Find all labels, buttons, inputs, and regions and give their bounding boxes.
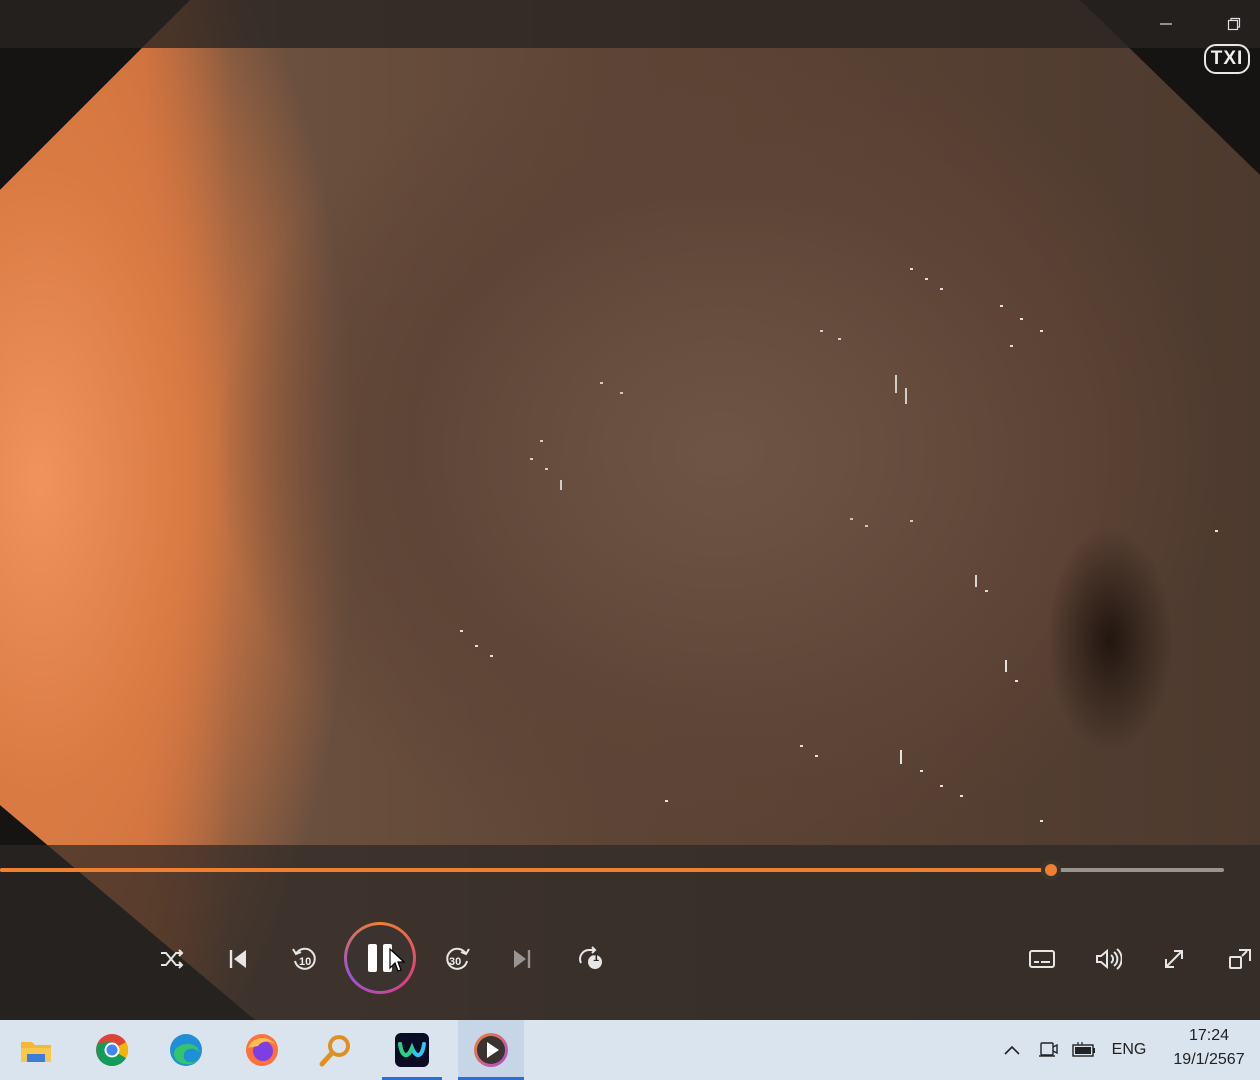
clock[interactable]: 17:24 19/1/2567	[1162, 1024, 1256, 1072]
fullscreen-icon	[1165, 950, 1183, 968]
volume-icon	[1096, 948, 1122, 970]
captions-button[interactable]	[1020, 938, 1064, 980]
restore-icon	[1227, 17, 1241, 31]
webex-icon	[395, 1033, 429, 1067]
next-icon	[514, 950, 531, 968]
skip-forward-label: 30	[449, 956, 462, 968]
taskbar-edge[interactable]	[156, 1020, 216, 1080]
captions-icon	[1029, 950, 1055, 968]
shuffle-icon	[161, 949, 184, 969]
skip-back-label: 10	[299, 956, 312, 968]
shuffle-button[interactable]	[150, 938, 194, 980]
mouse-cursor-icon	[389, 948, 405, 972]
battery-button[interactable]	[1068, 1020, 1100, 1080]
minimize-button[interactable]	[1154, 12, 1178, 36]
skip-back-button[interactable]: 10	[282, 938, 326, 980]
volume-button[interactable]	[1086, 938, 1130, 980]
txi-badge: TXI	[1204, 44, 1250, 74]
title-bar	[0, 0, 1260, 48]
clock-date: 19/1/2567	[1173, 1051, 1245, 1068]
taskbar-webex[interactable]	[382, 1020, 442, 1080]
show-hidden-icons-button[interactable]	[998, 1020, 1026, 1080]
previous-button[interactable]	[216, 938, 260, 980]
taskbar-file-explorer[interactable]	[6, 1020, 66, 1080]
folder-icon	[21, 1042, 51, 1062]
previous-icon	[229, 950, 246, 968]
next-button[interactable]	[500, 938, 544, 980]
minimize-icon	[1160, 23, 1172, 25]
chevron-up-icon	[1004, 1045, 1020, 1055]
taskbar-chrome[interactable]	[82, 1020, 142, 1080]
camera-icon	[1039, 1042, 1058, 1057]
clock-time: 17:24	[1188, 1027, 1230, 1044]
language-indicator[interactable]: ENG	[1106, 1020, 1152, 1080]
miniplayer-icon	[1229, 949, 1251, 969]
repeat-button[interactable]: 1	[568, 938, 612, 980]
taskbar-media-player[interactable]	[458, 1020, 524, 1080]
taskbar-search-tool[interactable]	[306, 1020, 366, 1080]
miniplayer-button[interactable]	[1218, 938, 1260, 980]
meeting-tray-button[interactable]	[1034, 1020, 1062, 1080]
firefox-icon	[246, 1034, 278, 1066]
fullscreen-button[interactable]	[1152, 938, 1196, 980]
seek-bar[interactable]	[0, 860, 1224, 880]
restore-button[interactable]	[1222, 12, 1246, 36]
battery-plugged-icon	[1072, 1042, 1095, 1057]
media-player-icon	[474, 1033, 508, 1067]
play-pause-button[interactable]	[344, 922, 416, 994]
skip-forward-button[interactable]: 30	[436, 938, 480, 980]
repeat-one-badge: 1	[593, 952, 600, 964]
chrome-icon	[96, 1034, 129, 1066]
magnifier-icon	[319, 1035, 350, 1067]
seek-progress	[0, 868, 1052, 872]
pause-icon	[368, 944, 377, 972]
taskbar-firefox[interactable]	[232, 1020, 292, 1080]
edge-icon	[170, 1034, 202, 1066]
repeat-icon	[579, 946, 602, 969]
